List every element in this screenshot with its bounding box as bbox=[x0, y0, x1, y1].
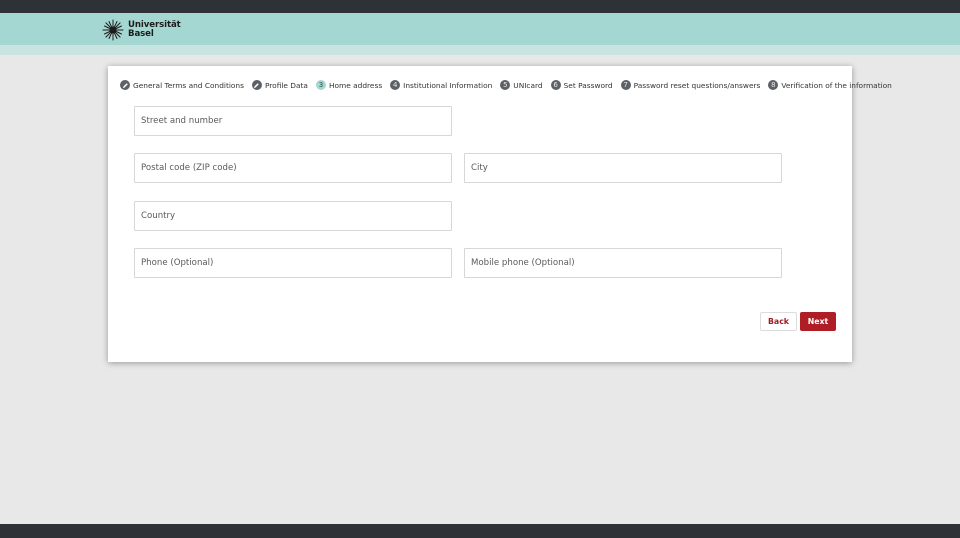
university-logo[interactable]: Universität Basel bbox=[102, 18, 181, 42]
mobile-field bbox=[464, 248, 782, 278]
step-home-address[interactable]: 3 Home address bbox=[315, 80, 383, 90]
step-number-badge: 7 bbox=[620, 80, 631, 90]
logo-wordmark: Universität Basel bbox=[128, 21, 181, 39]
phone-field bbox=[134, 248, 452, 278]
snowflake-emblem-icon bbox=[102, 19, 124, 41]
logo-line-2: Basel bbox=[128, 29, 154, 39]
phone-input[interactable] bbox=[135, 249, 451, 277]
step-unicard: 5 UNIcard bbox=[500, 80, 543, 90]
step-verification: 8 Verification of the information bbox=[768, 80, 892, 90]
street-input[interactable] bbox=[135, 107, 451, 135]
step-number-badge: 5 bbox=[500, 80, 511, 90]
step-label: General Terms and Conditions bbox=[133, 80, 244, 90]
brand-subbar bbox=[0, 45, 960, 55]
postal-code-input[interactable] bbox=[135, 154, 451, 182]
step-label: Verification of the information bbox=[781, 80, 892, 90]
step-profile-data[interactable]: Profile Data bbox=[251, 80, 308, 90]
step-label: Institutional Information bbox=[403, 80, 493, 90]
back-button[interactable]: Back bbox=[760, 312, 797, 331]
step-number-badge: 3 bbox=[315, 80, 326, 90]
step-label: Password reset questions/answers bbox=[633, 80, 761, 90]
pencil-icon bbox=[120, 80, 130, 90]
next-button[interactable]: Next bbox=[800, 312, 836, 331]
step-number-badge: 6 bbox=[550, 80, 561, 90]
registration-card: General Terms and Conditions Profile Dat… bbox=[108, 66, 892, 362]
step-number-badge: 4 bbox=[390, 80, 401, 90]
wizard-steps: General Terms and Conditions Profile Dat… bbox=[120, 80, 900, 90]
step-institutional-information: 4 Institutional Information bbox=[390, 80, 492, 90]
step-label: Home address bbox=[328, 80, 383, 90]
country-field bbox=[134, 201, 452, 231]
step-set-password: 6 Set Password bbox=[550, 80, 613, 90]
bottom-dark-bar bbox=[0, 524, 960, 538]
city-input[interactable] bbox=[465, 154, 781, 182]
step-number-badge: 8 bbox=[768, 80, 779, 90]
step-label: Profile Data bbox=[264, 80, 308, 90]
step-general-terms[interactable]: General Terms and Conditions bbox=[120, 80, 244, 90]
top-dark-bar bbox=[0, 0, 960, 13]
country-input[interactable] bbox=[135, 202, 451, 230]
step-label: UNIcard bbox=[513, 80, 543, 90]
mobile-phone-input[interactable] bbox=[465, 249, 781, 277]
step-password-reset-questions: 7 Password reset questions/answers bbox=[620, 80, 761, 90]
city-field bbox=[464, 153, 782, 183]
step-label: Set Password bbox=[563, 80, 613, 90]
postal-code-field bbox=[134, 153, 452, 183]
street-field bbox=[134, 106, 452, 136]
pencil-icon bbox=[251, 80, 262, 90]
